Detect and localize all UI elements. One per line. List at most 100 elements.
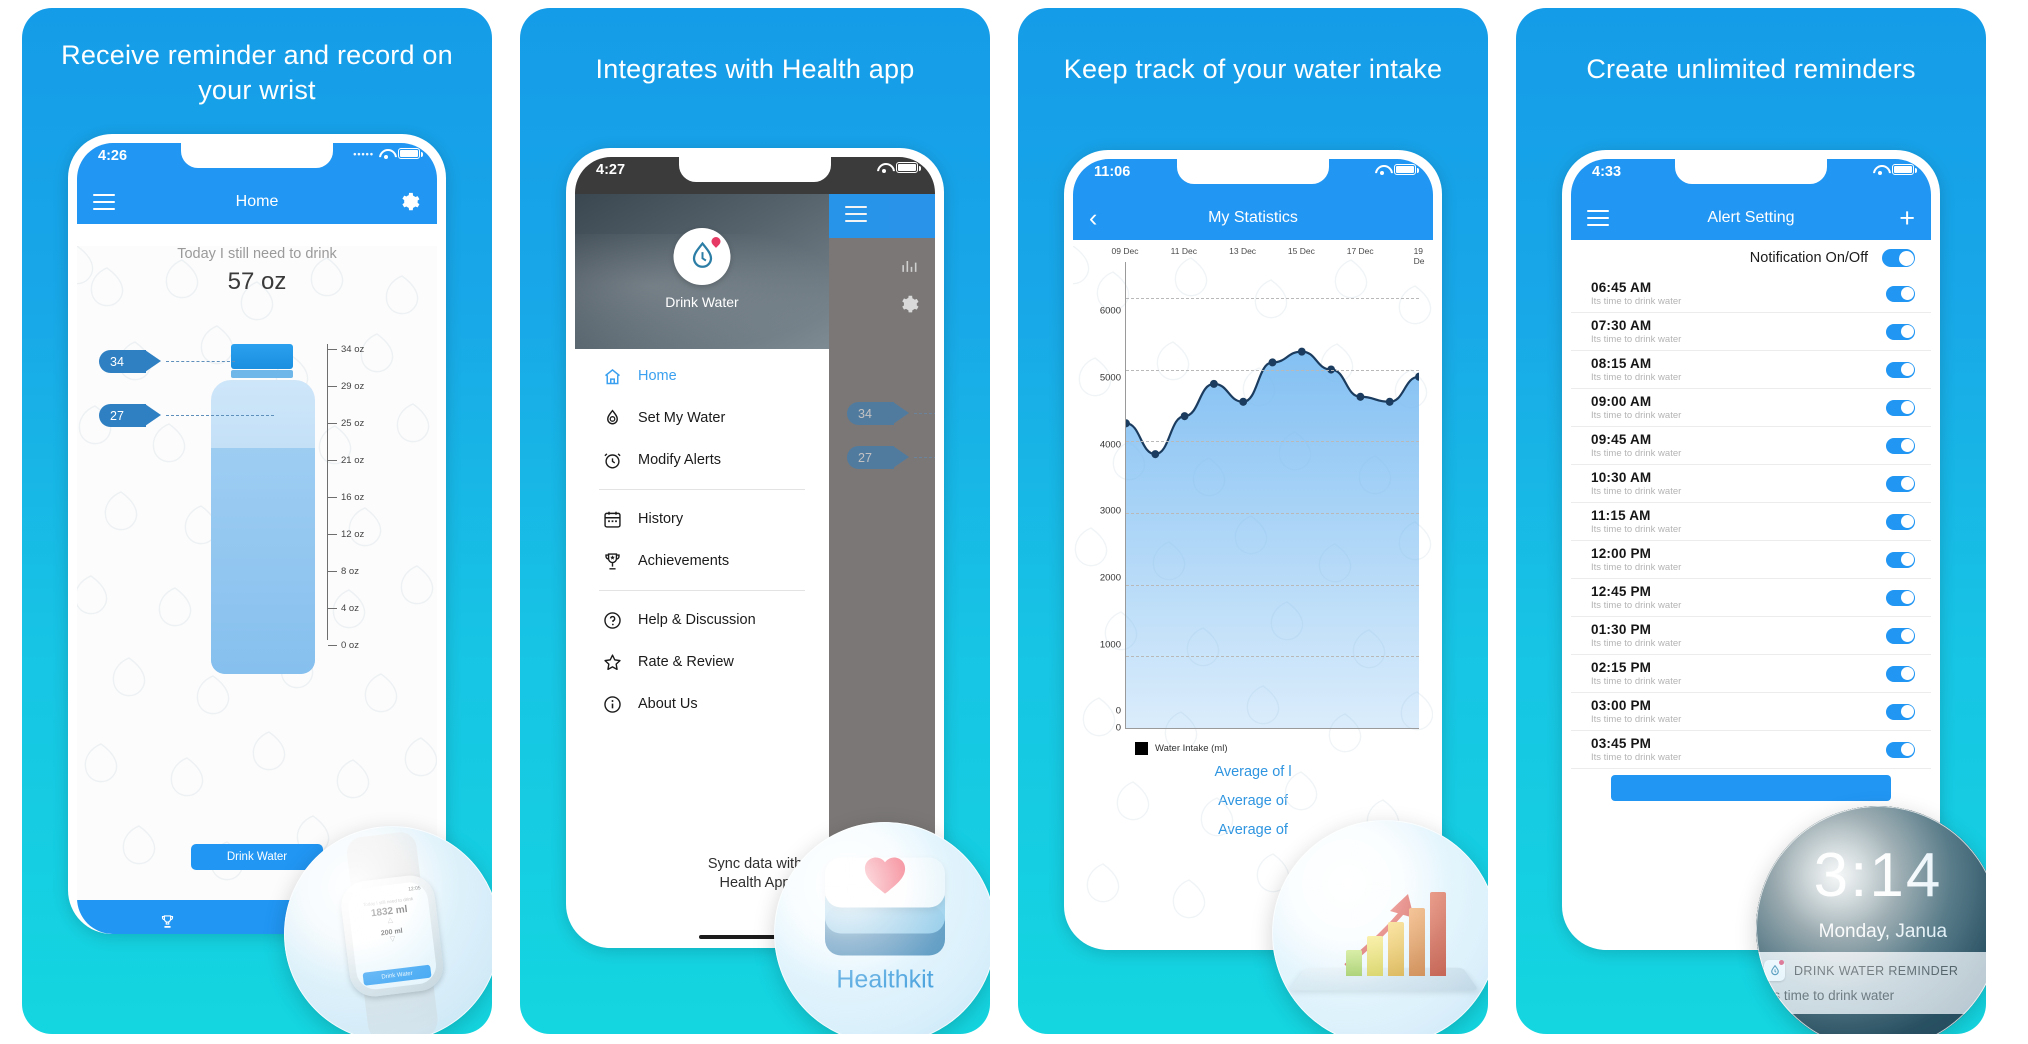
watch-drink-button[interactable]: Drink Water — [362, 964, 432, 986]
notch — [1177, 159, 1329, 184]
panel-headline: Receive reminder and record on your wris… — [61, 40, 453, 105]
chart-gridline — [1126, 656, 1419, 658]
sidebar-item-history[interactable]: History — [575, 498, 829, 540]
alert-row[interactable]: 11:15 AM Its time to drink water — [1571, 503, 1931, 541]
alert-toggle[interactable] — [1886, 741, 1915, 758]
alert-row[interactable]: 07:30 AM Its time to drink water — [1571, 313, 1931, 351]
sidebar-item-label: History — [638, 511, 684, 527]
alert-info: 12:00 PM Its time to drink water — [1591, 546, 1681, 573]
water-drop-gear-icon — [601, 407, 623, 429]
chart-x-tick: 17 Dec — [1346, 246, 1374, 256]
nav-bar-wrap: Alert Setting + — [1571, 196, 1931, 240]
back-icon[interactable]: ‹ — [1089, 206, 1097, 231]
average-line-2[interactable]: Average of — [1073, 793, 1433, 809]
alert-info: 02:15 PM Its time to drink water — [1591, 660, 1681, 687]
alert-row[interactable]: 03:45 PM Its time to drink water — [1571, 731, 1931, 769]
battery-icon — [896, 162, 921, 173]
battery-icon — [1394, 164, 1419, 175]
alert-time: 12:00 PM — [1591, 546, 1652, 561]
status-bar: 4:33 — [1571, 159, 1931, 196]
notification-master-row[interactable]: Notification On/Off — [1571, 240, 1931, 275]
sidebar-item-set-my-water[interactable]: Set My Water — [575, 397, 829, 439]
badge-dot — [1779, 960, 1784, 966]
page-title: Home — [235, 193, 279, 210]
alert-row[interactable]: 08:15 AM Its time to drink water — [1571, 351, 1931, 389]
menu-icon[interactable] — [1587, 210, 1609, 226]
bottle-neck — [231, 370, 293, 378]
bottom-action-bar[interactable] — [1611, 775, 1891, 801]
sidebar-item-label: Help & Discussion — [638, 612, 756, 628]
alert-toggle[interactable] — [1886, 475, 1915, 492]
sidebar-item-label: Rate & Review — [638, 654, 734, 670]
sidebar-item-about-us[interactable]: About Us — [575, 683, 829, 725]
menu-icon[interactable] — [93, 194, 115, 210]
tab-achievement[interactable]: ACHIEVEMENT — [77, 900, 257, 934]
alert-toggle[interactable] — [1886, 665, 1915, 682]
trophy-icon — [601, 550, 623, 572]
alert-row[interactable]: 09:45 AM Its time to drink water — [1571, 427, 1931, 465]
alert-row[interactable]: 09:00 AM Its time to drink water — [1571, 389, 1931, 427]
drink-water-button[interactable]: Drink Water — [191, 844, 323, 870]
alert-toggle[interactable] — [1886, 399, 1915, 416]
alert-row[interactable]: 03:00 PM Its time to drink water — [1571, 693, 1931, 731]
alert-toggle[interactable] — [1886, 703, 1915, 720]
status-indicators — [877, 162, 921, 173]
alert-row[interactable]: 02:15 PM Its time to drink water — [1571, 655, 1931, 693]
alert-toggle[interactable] — [1886, 285, 1915, 302]
page-title: My Statistics — [1208, 209, 1298, 226]
chart-gridline — [1126, 441, 1419, 443]
gear-icon[interactable] — [399, 191, 421, 213]
alert-row[interactable]: 12:45 PM Its time to drink water — [1571, 579, 1931, 617]
scale-tick: 25 oz — [328, 418, 364, 429]
sidebar-item-help-discussion[interactable]: Help & Discussion — [575, 599, 829, 641]
alert-toggle[interactable] — [1886, 589, 1915, 606]
notification-toggle[interactable] — [1882, 249, 1915, 267]
alert-info: 11:15 AM Its time to drink water — [1591, 508, 1681, 535]
average-line-1[interactable]: Average of l — [1073, 764, 1433, 780]
sidebar-item-home[interactable]: Home — [575, 355, 829, 397]
alert-toggle[interactable] — [1886, 323, 1915, 340]
status-time: 4:26 — [98, 148, 128, 164]
scale-tick: 12 oz — [328, 529, 364, 540]
alert-subtitle: Its time to drink water — [1591, 524, 1682, 535]
trophy-icon — [161, 914, 173, 928]
marker-upper: 34 — [847, 402, 935, 425]
alert-toggle[interactable] — [1886, 361, 1915, 378]
alert-info: 03:45 PM Its time to drink water — [1591, 736, 1681, 763]
sidebar-item-label: Achievements — [638, 553, 730, 569]
notification-banner[interactable]: DRINK WATER REMINDER it's time to drink … — [1756, 952, 1986, 1015]
status-indicators — [1375, 164, 1419, 175]
alert-toggle[interactable] — [1886, 551, 1915, 568]
gear-icon — [902, 295, 919, 313]
healthkit-label: Healthkit — [836, 965, 934, 994]
alert-toggle[interactable] — [1886, 437, 1915, 454]
alert-rows: 06:45 AM Its time to drink water 07:30 AM I… — [1571, 275, 1931, 769]
scale-tick: 16 oz — [328, 492, 364, 503]
panel-headline: Create unlimited reminders — [1586, 54, 1916, 84]
add-alert-button[interactable]: + — [1899, 205, 1915, 232]
question-mark-icon — [601, 609, 623, 631]
status-indicators: ••••• — [353, 148, 423, 159]
chart-y-tick: 3000 — [1099, 505, 1121, 517]
status-time: 4:27 — [596, 162, 626, 178]
alert-toggle[interactable] — [1886, 513, 1915, 530]
bar — [1430, 892, 1446, 977]
sidebar-item-rate-review[interactable]: Rate & Review — [575, 641, 829, 683]
alert-info: 12:45 PM Its time to drink water — [1591, 584, 1681, 611]
panel-track-intake: Keep track of your water intake 11:06 ‹ … — [1018, 8, 1488, 1034]
alert-info: 01:30 PM Its time to drink water — [1591, 622, 1681, 649]
bottle-visual: 34 27 34 oz 29 oz 25 oz 21 oz 16 oz 12 oz 8 oz… — [77, 326, 437, 726]
sidebar-item-modify-alerts[interactable]: Modify Alerts — [575, 439, 829, 481]
alert-row[interactable]: 06:45 AM Its time to drink water — [1571, 275, 1931, 313]
healthkit-logo — [825, 857, 945, 956]
alert-row[interactable]: 01:30 PM Its time to drink water — [1571, 617, 1931, 655]
sidebar-item-achievements[interactable]: Achievements — [575, 540, 829, 582]
alert-row[interactable]: 12:00 PM Its time to drink water — [1571, 541, 1931, 579]
marker-lower-dash — [166, 415, 274, 416]
chart-y-tick: 0 — [1115, 705, 1121, 717]
status-bar: 4:26 ••••• — [77, 143, 437, 180]
alert-toggle[interactable] — [1886, 627, 1915, 644]
drawer-menu: Home Set My Water Modify Alerts History … — [575, 349, 829, 725]
alert-row[interactable]: 10:30 AM Its time to drink water — [1571, 465, 1931, 503]
menu-icon[interactable] — [845, 206, 867, 222]
